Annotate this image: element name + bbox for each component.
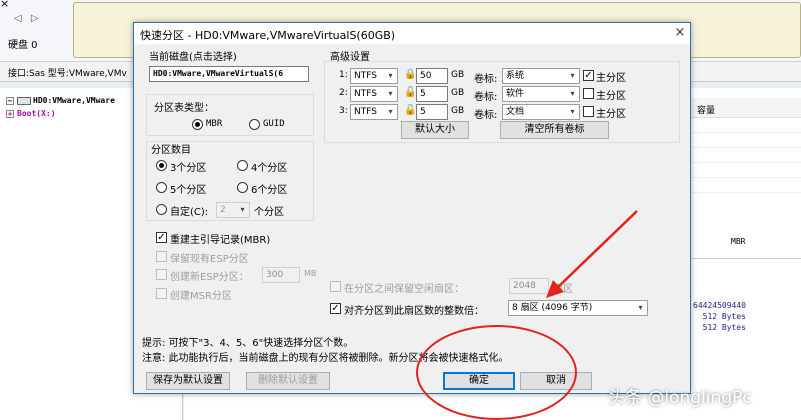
esp-size-unit: MB bbox=[304, 269, 317, 278]
partition-1-primary-label[interactable]: 主分区 bbox=[596, 69, 626, 84]
partition-2-label-prefix: 卷标: bbox=[474, 92, 498, 103]
five-partitions-label[interactable]: 5个分区 bbox=[170, 181, 206, 196]
rebuild-mbr-checkbox[interactable]: ✓ bbox=[156, 232, 167, 243]
partition-2-volume-combo[interactable]: 软件 ▾ bbox=[502, 86, 580, 102]
partition-1-primary-checkbox[interactable]: ✓ bbox=[583, 70, 594, 81]
six-partitions-radio[interactable] bbox=[237, 182, 248, 193]
partition-icon: Boot(X:) bbox=[17, 109, 56, 118]
align-sectors-checkbox[interactable]: ✓ bbox=[330, 303, 341, 314]
clear-all-labels-button[interactable]: 清空所有卷标 bbox=[500, 121, 609, 139]
current-disk-label: 当前磁盘(点击选择) bbox=[149, 52, 237, 63]
table-row[interactable] bbox=[686, 134, 801, 148]
chevron-down-icon: ▾ bbox=[240, 205, 245, 214]
partition-3-primary-checkbox[interactable] bbox=[583, 106, 594, 117]
dialog-titlebar[interactable]: 快速分区 - HD0:VMware,VMwareVirtualS(60GB) × bbox=[134, 23, 690, 44]
quick-partition-dialog: 快速分区 - HD0:VMware,VMwareVirtualS(60GB) ×… bbox=[133, 22, 691, 394]
disk-nav-arrows-icon[interactable]: ◁ ▷ bbox=[14, 13, 42, 24]
keep-esp-checkbox[interactable] bbox=[156, 251, 167, 262]
create-esp-label[interactable]: 创建新ESP分区： bbox=[170, 268, 249, 283]
table-row[interactable] bbox=[686, 164, 801, 178]
dialog-close-button[interactable]: × bbox=[670, 23, 690, 44]
create-msr-checkbox[interactable] bbox=[156, 288, 167, 299]
dialog-title: 快速分区 - HD0:VMware,VMwareVirtualS(60GB) bbox=[140, 29, 396, 42]
partition-2-size-input[interactable]: 5 bbox=[416, 86, 448, 102]
table-row[interactable] bbox=[686, 119, 801, 133]
custom-partitions-label[interactable]: 自定(C): bbox=[170, 203, 208, 218]
custom-count-combo[interactable]: 2 ▾ bbox=[216, 202, 250, 218]
default-size-button[interactable]: 默认大小 bbox=[401, 121, 469, 139]
keep-esp-label[interactable]: 保留现有ESP分区 bbox=[170, 250, 249, 265]
hint-text: 提示: 可按下"3、4、5、6"快速选择分区个数。 bbox=[142, 338, 354, 349]
guid-radio-label[interactable]: GUID bbox=[263, 119, 285, 129]
align-sectors-label[interactable]: 对齐分区到此扇区数的整数倍： bbox=[344, 302, 484, 317]
unlock-icon[interactable]: 🔓 bbox=[404, 87, 416, 99]
expand-icon[interactable]: + bbox=[6, 109, 14, 118]
chevron-down-icon: ▾ bbox=[570, 71, 575, 80]
three-partitions-radio[interactable] bbox=[156, 160, 167, 171]
partition-3-label-prefix: 卷标: bbox=[474, 110, 498, 121]
align-sectors-combo[interactable]: 8 扇区 (4096 字节) ▾ bbox=[508, 300, 648, 316]
partition-count-label: 分区数目 bbox=[151, 145, 191, 156]
create-esp-checkbox[interactable] bbox=[156, 269, 167, 280]
tree-item-partition[interactable]: + Boot(X:) bbox=[6, 109, 56, 118]
mbr-radio-label[interactable]: MBR bbox=[206, 119, 222, 129]
column-header-capacity[interactable]: 容量 bbox=[697, 103, 715, 116]
chevron-down-icon: ▾ bbox=[388, 71, 393, 80]
table-row[interactable] bbox=[686, 149, 801, 163]
six-partitions-label[interactable]: 6个分区 bbox=[251, 181, 287, 196]
partition-1-size-unit: GB bbox=[451, 70, 465, 80]
five-partitions-radio[interactable] bbox=[156, 182, 167, 193]
partition-style-value: MBR bbox=[731, 237, 746, 246]
partition-table-label: 分区表类型： bbox=[154, 103, 214, 114]
partition-2-fs-combo[interactable]: NTFS ▾ bbox=[350, 86, 398, 102]
delete-default-button[interactable]: 删除默认设置 bbox=[246, 372, 330, 390]
partition-3-size-input[interactable]: 5 bbox=[416, 104, 448, 120]
partition-2-primary-label[interactable]: 主分区 bbox=[596, 87, 626, 102]
reserve-sectors-unit: 扇区 bbox=[553, 284, 573, 295]
highlight-circle bbox=[416, 325, 577, 420]
mbr-radio[interactable] bbox=[192, 119, 203, 130]
reserve-sectors-input[interactable]: 2048 bbox=[509, 278, 549, 294]
partition-2-index: 2: bbox=[339, 88, 348, 98]
current-disk-selector[interactable]: HD0:VMware,VMwareVirtualS(6 bbox=[149, 66, 309, 82]
tree-item-disk[interactable]: − HD0:VMware,VMware bbox=[6, 96, 115, 105]
chevron-down-icon: ▾ bbox=[570, 89, 575, 98]
partition-1-volume-combo[interactable]: 系统 ▾ bbox=[502, 68, 580, 84]
partition-1-label-prefix: 卷标: bbox=[474, 74, 498, 85]
reserve-sectors-checkbox[interactable] bbox=[330, 281, 341, 292]
collapse-icon[interactable]: − bbox=[6, 96, 14, 105]
partition-1-fs-combo[interactable]: NTFS ▾ bbox=[350, 68, 398, 84]
partition-3-size-unit: GB bbox=[451, 106, 465, 116]
table-row[interactable] bbox=[686, 179, 801, 193]
four-partitions-label[interactable]: 4个分区 bbox=[251, 159, 287, 174]
partition-2-primary-checkbox[interactable] bbox=[583, 88, 594, 99]
chevron-down-icon: ▾ bbox=[388, 89, 393, 98]
partition-3-volume-combo[interactable]: 文档 ▾ bbox=[502, 104, 580, 120]
create-msr-label[interactable]: 创建MSR分区 bbox=[170, 287, 232, 302]
rebuild-mbr-label[interactable]: 重建主引导记录(MBR) bbox=[170, 231, 270, 246]
partition-3-index: 3: bbox=[339, 106, 348, 116]
chevron-down-icon: ▾ bbox=[638, 303, 643, 312]
partition-3-fs-combo[interactable]: NTFS ▾ bbox=[350, 104, 398, 120]
chevron-down-icon: ▾ bbox=[570, 107, 575, 116]
reserve-sectors-label[interactable]: 在分区之间保留空闲扇区： bbox=[344, 280, 464, 295]
partition-2-size-unit: GB bbox=[451, 88, 465, 98]
disk-icon bbox=[17, 96, 31, 105]
partition-1-size-input[interactable]: 50 bbox=[416, 68, 448, 84]
custom-count-suffix: 个分区 bbox=[254, 207, 284, 218]
close-icon[interactable]: × bbox=[0, 0, 9, 10]
esp-size-input[interactable]: 300 bbox=[262, 267, 300, 283]
partition-3-primary-label[interactable]: 主分区 bbox=[596, 105, 626, 120]
save-default-button[interactable]: 保存为默认设置 bbox=[146, 372, 230, 390]
guid-radio[interactable] bbox=[249, 119, 260, 130]
chevron-down-icon: ▾ bbox=[388, 107, 393, 116]
watermark: 头条 @longlingPc bbox=[608, 388, 752, 408]
lock-icon[interactable]: 🔒 bbox=[404, 69, 416, 81]
disk-label: 硬盘 0 bbox=[8, 40, 38, 51]
unlock-icon[interactable]: 🔓 bbox=[404, 105, 416, 117]
three-partitions-label[interactable]: 3个分区 bbox=[170, 159, 206, 174]
four-partitions-radio[interactable] bbox=[237, 160, 248, 171]
custom-partitions-radio[interactable] bbox=[156, 204, 167, 215]
partition-1-index: 1: bbox=[339, 70, 348, 80]
